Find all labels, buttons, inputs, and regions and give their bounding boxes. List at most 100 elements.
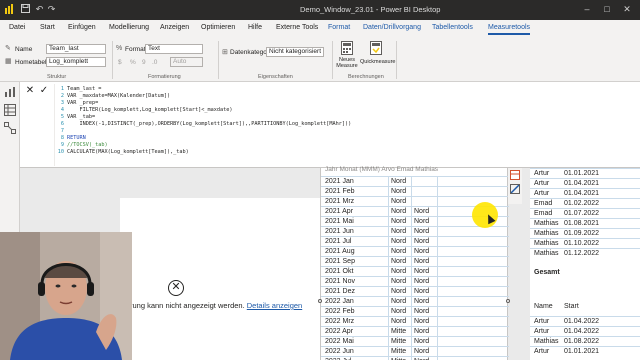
group-berechnungen: Berechnungen — [348, 74, 384, 80]
decimals-field[interactable]: Auto — [170, 57, 203, 67]
table-row[interactable]: Emad 01.02.2022 — [530, 198, 640, 208]
format-select[interactable]: Text — [145, 44, 203, 54]
app-icon — [4, 4, 15, 15]
matrix-row[interactable]: 2021 Aug Nord Nord — [321, 246, 509, 256]
currency-button[interactable]: $ — [118, 59, 122, 66]
table-row[interactable]: Mathias 01.09.2022 — [530, 228, 640, 238]
redo-icon[interactable]: ↷ — [46, 4, 57, 15]
table-row[interactable]: Artur 01.04.2022 — [530, 316, 640, 326]
matrix-row[interactable]: 2021 Okt Nord Nord — [321, 266, 509, 276]
percent-button[interactable]: % — [130, 59, 136, 66]
date-cell: 01.04.2021 — [564, 190, 600, 197]
matrix-row[interactable]: 2021 Feb Nord — [321, 186, 509, 196]
tab-einfuegen[interactable]: Einfügen — [68, 24, 96, 31]
month-cell: 2022 Jun — [325, 348, 354, 355]
month-cell: 2022 Apr — [325, 328, 354, 335]
group-formatierung: Formatierung — [148, 74, 181, 80]
calculator-icon — [341, 41, 353, 55]
table-row[interactable]: Artur 01.04.2021 — [530, 188, 640, 198]
code-line: 6 INDEX(-1,DISTINCT(_prep),ORDERBY(Log_k… — [60, 121, 352, 127]
tab-externe-tools[interactable]: Externe Tools — [276, 24, 318, 31]
close-icon[interactable]: ✕ — [620, 3, 634, 16]
commit-formula-icon[interactable]: ✓ — [38, 85, 50, 97]
tab-hilfe[interactable]: Hilfe — [248, 24, 262, 31]
data-category-select[interactable]: Nicht kategorisiert — [266, 47, 324, 57]
table-row[interactable]: Mathias 01.08.2022 — [530, 336, 640, 346]
ribbon-tabs: Datei Start Einfügen Modellierung Anzeig… — [0, 20, 640, 38]
table-row[interactable]: Artur 01.01.2021 — [530, 168, 640, 178]
month-cell: 2021 Nov — [325, 278, 355, 285]
table-row[interactable]: Emad 01.07.2022 — [530, 208, 640, 218]
tab-modellierung[interactable]: Modellierung — [109, 24, 149, 31]
webcam-overlay — [0, 232, 132, 360]
date-cell: 01.04.2022 — [564, 318, 600, 325]
tab-anzeigen[interactable]: Anzeigen — [160, 24, 189, 31]
dax-editor[interactable]: 1 Team_last = 2 VAR _maxdate=MAX(Kalender[… — [54, 84, 384, 166]
table-row[interactable]: Mathias 01.12.2022 — [530, 248, 640, 258]
resize-handle[interactable] — [506, 299, 510, 303]
name-cell: Artur — [534, 328, 550, 335]
maximize-icon[interactable]: □ — [600, 3, 614, 16]
comma-button[interactable]: 9 — [142, 59, 146, 66]
tab-daten-drillvorgang[interactable]: Daten/Drillvorgang — [363, 24, 421, 31]
matrix-row[interactable]: 2021 Dez Nord Nord — [321, 286, 509, 296]
matrix-row[interactable]: 2022 Feb Nord Nord — [321, 306, 509, 316]
code-line: 1 Team_last = — [60, 86, 102, 92]
team-cell: Nord — [414, 328, 430, 335]
title-bar: ↶ ↷ Demo_Window_23.01 - Power BI Desktop… — [0, 0, 640, 20]
tab-measuretools[interactable]: Measuretools — [488, 24, 531, 35]
ribbon-separator — [332, 41, 333, 79]
tab-format[interactable]: Format — [328, 24, 350, 31]
presenter-image — [0, 232, 132, 360]
undo-icon[interactable]: ↶ — [34, 4, 45, 15]
new-measure-label: Neues Measure — [336, 57, 358, 69]
data-view-icon[interactable] — [4, 104, 16, 116]
detail-table-visual[interactable]: Artur 01.01.2021 Artur 01.04.2021 Artur 01.04… — [530, 168, 640, 360]
details-link[interactable]: Details anzeigen — [247, 301, 302, 310]
table-row[interactable]: Artur 01.04.2022 — [530, 326, 640, 336]
decimal-button[interactable]: .0 — [152, 59, 157, 66]
matrix-row[interactable]: 2022 Mai Mitte Nord — [321, 336, 509, 346]
column-header-name: Name — [534, 303, 553, 310]
tab-optimieren[interactable]: Optimieren — [201, 24, 235, 31]
team-cell: Nord — [414, 268, 430, 275]
matrix-row[interactable]: 2022 JulMitteNord — [321, 356, 509, 360]
matrix-visual[interactable]: Jahr Monat (MMM) Arvo Emad Mathias 2021 … — [318, 166, 510, 360]
matrix-row[interactable]: 2022 Jan Nord Nord — [321, 296, 509, 306]
team-cell: Nord — [414, 288, 430, 295]
code-line: 8 RETURN — [60, 135, 86, 141]
model-view-icon[interactable] — [4, 122, 16, 134]
matrix-row[interactable]: 2022 Apr Mitte Nord — [321, 326, 509, 336]
save-icon[interactable] — [20, 4, 31, 15]
matrix-row[interactable]: 2021 Jan Nord — [321, 176, 509, 186]
table-format-icon[interactable] — [510, 170, 520, 180]
matrix-row[interactable]: 2021 Nov Nord Nord — [321, 276, 509, 286]
month-cell: 2021 Sep — [325, 258, 355, 265]
tab-tabellentools[interactable]: Tabellentools — [432, 24, 473, 31]
quick-measure-button[interactable]: Quickmeasure — [360, 41, 395, 73]
team-cell: Nord — [391, 228, 407, 235]
minimize-icon[interactable]: – — [580, 3, 594, 16]
team-cell: Nord — [391, 288, 407, 295]
report-view-icon[interactable] — [4, 86, 16, 98]
tab-start[interactable]: Start — [40, 24, 55, 31]
team-cell: Nord — [391, 268, 407, 275]
new-measure-button[interactable]: Neues Measure — [336, 41, 358, 73]
home-table-select[interactable]: Log_komplett — [46, 57, 106, 67]
analytics-icon[interactable] — [510, 184, 520, 194]
matrix-row[interactable]: 2022 Jun Mitte Nord — [321, 346, 509, 356]
month-cell: 2021 Jun — [325, 228, 354, 235]
matrix-row[interactable]: 2022 Mrz Nord Nord — [321, 316, 509, 326]
matrix-row[interactable]: 2021 Sep Nord Nord — [321, 256, 509, 266]
table-row[interactable]: Artur 01.01.2021 — [530, 346, 640, 356]
month-cell: 2021 Jul — [325, 238, 352, 245]
table-row[interactable]: Artur 01.04.2021 — [530, 178, 640, 188]
name-field[interactable]: Team_last — [46, 44, 106, 54]
table-row[interactable]: Mathias 01.08.2021 — [530, 218, 640, 228]
error-visual[interactable] — [120, 198, 335, 360]
table-row[interactable]: Mathias 01.10.2022 — [530, 238, 640, 248]
resize-handle[interactable] — [318, 299, 322, 303]
tab-datei[interactable]: Datei — [9, 24, 25, 31]
close-formula-icon[interactable]: ✕ — [24, 85, 36, 97]
matrix-row[interactable]: 2021 Jul Nord Nord — [321, 236, 509, 246]
